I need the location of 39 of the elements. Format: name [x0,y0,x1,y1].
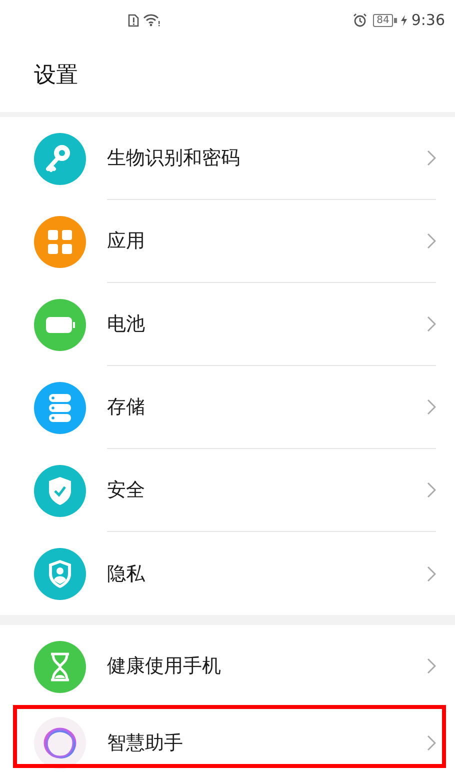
chevron-icon [427,233,436,249]
settings-item[interactable]: 电池 [0,283,455,366]
security-icon [34,464,86,516]
battery-indicator: 84 [372,14,398,26]
item-label: 智慧助手 [107,731,184,756]
settings-item[interactable]: 存储 [0,366,455,449]
sim-alert-icon [128,14,139,26]
settings-item[interactable]: 安全 [0,449,455,532]
apps-icon [34,216,86,268]
settings-item[interactable]: 应用 [0,200,455,283]
chevron-icon [427,316,436,332]
settings-item[interactable]: 健康使用手机 [0,625,455,708]
wifi-icon [143,13,161,27]
item-label: 应用 [107,229,146,254]
key-icon [34,132,86,184]
chevron-icon [427,150,436,166]
chevron-icon [427,399,436,415]
battery-icon [34,298,86,350]
settings-item[interactable]: 隐私 [0,532,455,615]
charging-icon [401,14,408,26]
item-label: 安全 [107,478,146,503]
storage-icon [34,382,86,434]
chevron-icon [427,658,436,674]
chevron-icon [427,566,436,582]
settings-item[interactable]: 生物识别和密码 [0,117,455,200]
item-label: 健康使用手机 [107,654,222,679]
time: 9:36 [411,11,445,29]
item-label: 存储 [107,395,146,420]
assistant-icon [34,717,86,769]
chevron-icon [427,482,436,498]
item-label: 电池 [107,312,146,337]
alarm-icon [352,13,367,27]
hourglass-icon [34,640,86,692]
item-label: 隐私 [107,562,146,586]
chevron-icon [427,735,436,751]
page-title: 设置 [34,63,78,88]
settings-item[interactable]: 智慧助手 [0,708,455,778]
item-label: 生物识别和密码 [107,146,241,171]
privacy-icon [34,548,86,600]
